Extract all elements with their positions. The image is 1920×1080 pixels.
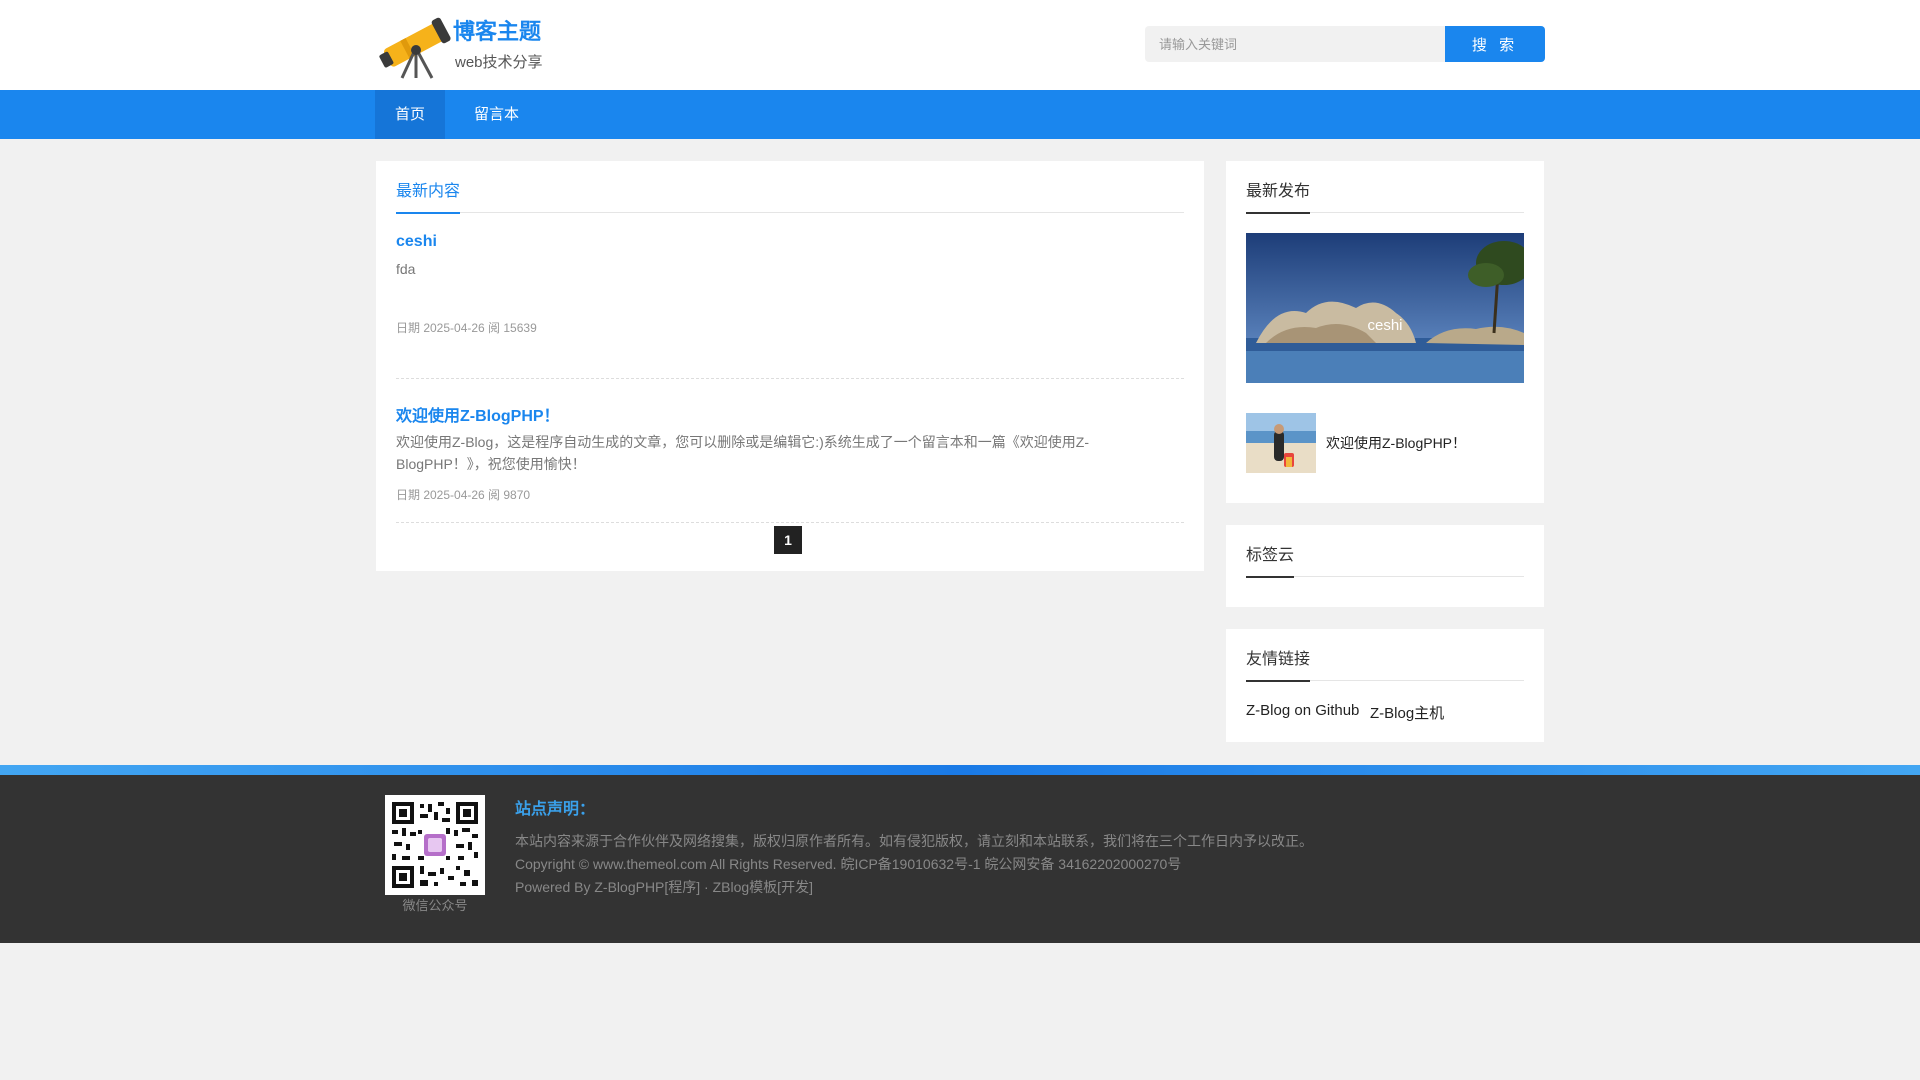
post-title[interactable]: 欢迎使用Z-BlogPHP！ (396, 402, 560, 426)
friend-link[interactable]: Z-Blog主机 (1370, 702, 1444, 723)
sidebar-post-title[interactable]: 欢迎使用Z-BlogPHP！ (1326, 433, 1466, 453)
section-header: 最新内容 (396, 181, 1184, 214)
pagination-page-1[interactable]: 1 (774, 526, 802, 554)
post-title[interactable]: ceshi (396, 233, 437, 251)
sidebar-tags-card: 标签云 (1226, 525, 1544, 607)
main-nav: 首页 留言本 (0, 90, 1920, 139)
footer-notice-title: 站点声明： (515, 801, 596, 818)
section-title-tags: 标签云 (1246, 545, 1295, 578)
site-header: 博客主题 web技术分享 搜 索 (0, 0, 1920, 90)
section-header: 最新发布 (1246, 181, 1524, 214)
post-meta: 日期 2025-04-26 阅 15639 (396, 321, 537, 335)
site-subtitle: web技术分享 (455, 54, 543, 71)
featured-post-image[interactable]: ceshi (1246, 233, 1524, 383)
footer-copyright[interactable]: Copyright © www.themeol.com All Rights R… (515, 854, 1181, 874)
nav-item-home[interactable]: 首页 (375, 90, 445, 139)
section-header: 友情链接 (1246, 649, 1524, 682)
post-meta: 日期 2025-04-26 阅 9870 (396, 488, 531, 502)
section-title-links: 友情链接 (1246, 649, 1311, 682)
featured-post-caption[interactable]: ceshi (1246, 317, 1524, 334)
nav-item-guestbook[interactable]: 留言本 (459, 90, 534, 139)
site-title[interactable]: 博客主题 (453, 14, 541, 46)
qr-code-icon (390, 800, 480, 890)
search-input[interactable] (1145, 26, 1445, 62)
qr-code (385, 795, 485, 895)
search-button[interactable]: 搜 索 (1445, 26, 1545, 62)
sidebar-links-card: 友情链接 Z-Blog on Github Z-Blog主机 (1226, 629, 1544, 742)
beach-person-image (1246, 413, 1316, 473)
qr-label: 微信公众号 (402, 898, 468, 913)
site-footer: 微信公众号 站点声明： 本站内容来源于合作伙伴及网络搜集，版权归原作者所有。如有… (0, 775, 1920, 943)
main-content-card: 最新内容 ceshi fda 日期 2025-04-26 阅 15639 欢迎使… (376, 161, 1204, 571)
footer-powered-by[interactable]: Powered By Z-BlogPHP[程序] · ZBlog模板[开发] (515, 877, 813, 897)
section-header: 标签云 (1246, 545, 1524, 578)
friend-link[interactable]: Z-Blog on Github (1246, 702, 1359, 719)
post-excerpt: 欢迎使用Z-Blog，这是程序自动生成的文章，您可以删除或是编辑它:)系统生成了… (396, 434, 1089, 472)
post-item: ceshi fda 日期 2025-04-26 阅 15639 (396, 233, 1184, 379)
footer-stripe (0, 765, 1920, 775)
post-thumbnail[interactable] (1246, 413, 1316, 473)
post-excerpt: fda (396, 261, 416, 277)
sidebar-latest-card: 最新发布 ceshi 欢迎使用Z-BlogPHP！ (1226, 161, 1544, 503)
beach-rocks-image (1246, 233, 1524, 383)
post-item: 欢迎使用Z-BlogPHP！ 欢迎使用Z-Blog，这是程序自动生成的文章，您可… (396, 380, 1184, 523)
section-title-latest: 最新内容 (396, 181, 461, 214)
footer-notice-text: 本站内容来源于合作伙伴及网络搜集，版权归原作者所有。如有侵犯版权，请立刻和本站联… (515, 833, 1313, 849)
section-title-latest-posts: 最新发布 (1246, 181, 1311, 214)
